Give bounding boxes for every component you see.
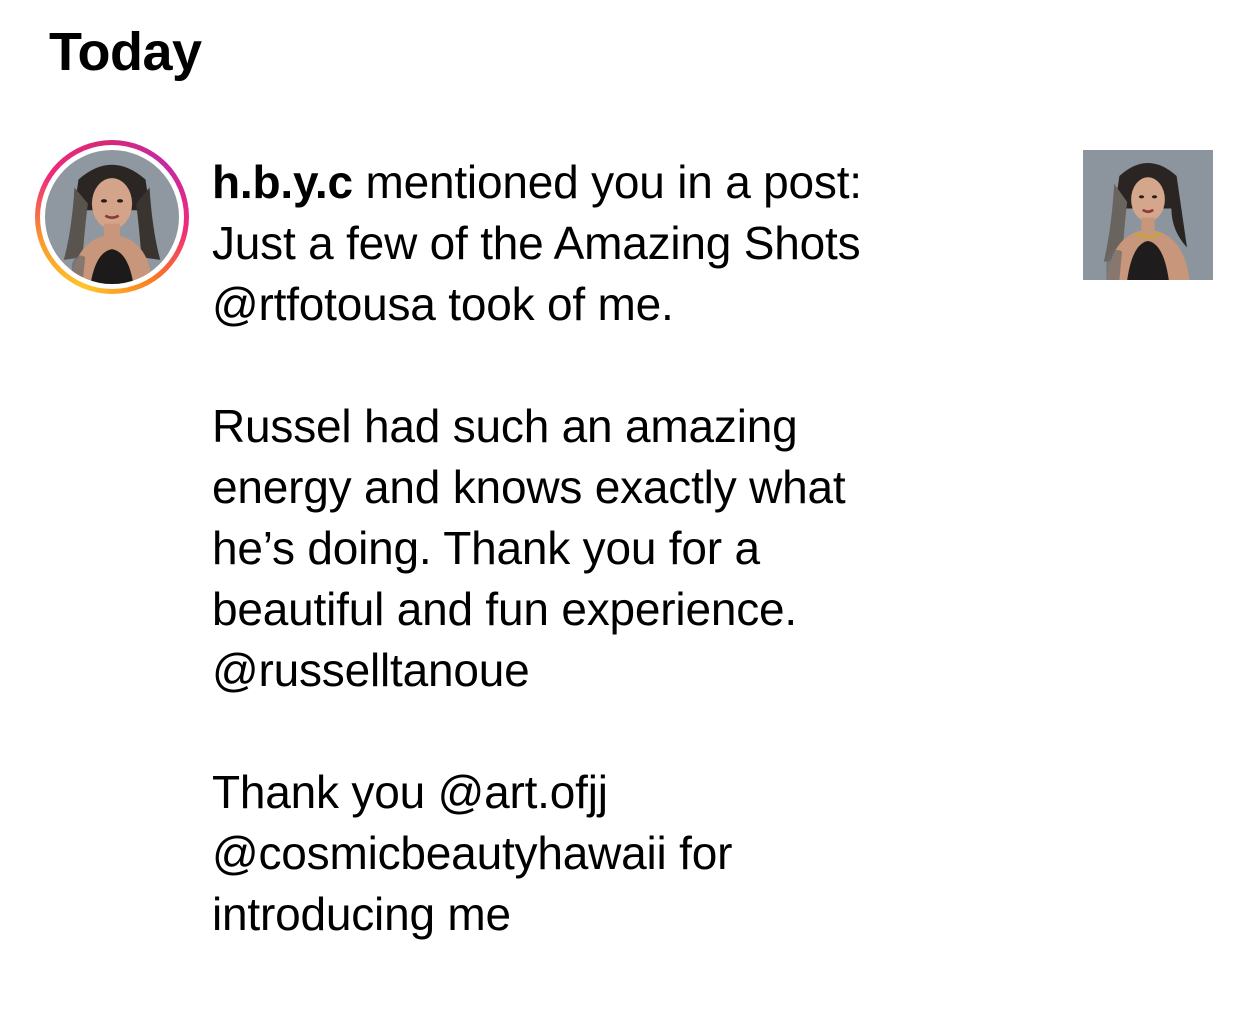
caption-line: @cosmicbeautyhawaii for bbox=[212, 827, 733, 879]
caption-paragraph: Russel had such an amazing energy and kn… bbox=[212, 396, 1012, 701]
caption-line: @russelltanoue bbox=[212, 644, 530, 696]
caption-line: @rtfotousa took of me. bbox=[212, 278, 674, 330]
caption-line: he’s doing. Thank you for a bbox=[212, 522, 760, 574]
username-link[interactable]: h.b.y.c bbox=[212, 156, 353, 208]
profile-photo-icon bbox=[45, 150, 179, 284]
caption-line: energy and knows exactly what bbox=[212, 461, 846, 513]
caption-line: beautiful and fun experience. bbox=[212, 583, 797, 635]
caption-paragraph: Thank you @art.ofjj @cosmicbeautyhawaii … bbox=[212, 762, 1012, 945]
caption-line: Thank you @art.ofjj bbox=[212, 766, 608, 818]
caption-line: introducing me bbox=[212, 888, 511, 940]
avatar[interactable] bbox=[45, 150, 179, 284]
caption-paragraph: Just a few of the Amazing Shots @rtfotou… bbox=[212, 213, 1012, 335]
notification-text: h.b.y.c mentioned you in a post: Just a … bbox=[212, 152, 1012, 945]
notification-action: mentioned you in a post: bbox=[352, 156, 862, 208]
caption-line: Russel had such an amazing bbox=[212, 400, 798, 452]
post-thumbnail-icon bbox=[1083, 150, 1213, 280]
story-ring[interactable] bbox=[35, 140, 189, 294]
post-thumbnail[interactable] bbox=[1083, 150, 1213, 280]
section-title: Today bbox=[49, 22, 202, 82]
caption-line: Just a few of the Amazing Shots bbox=[212, 217, 861, 269]
notifications-page: Today h.b.y.c mentioned you in a post: J… bbox=[0, 0, 1259, 1024]
